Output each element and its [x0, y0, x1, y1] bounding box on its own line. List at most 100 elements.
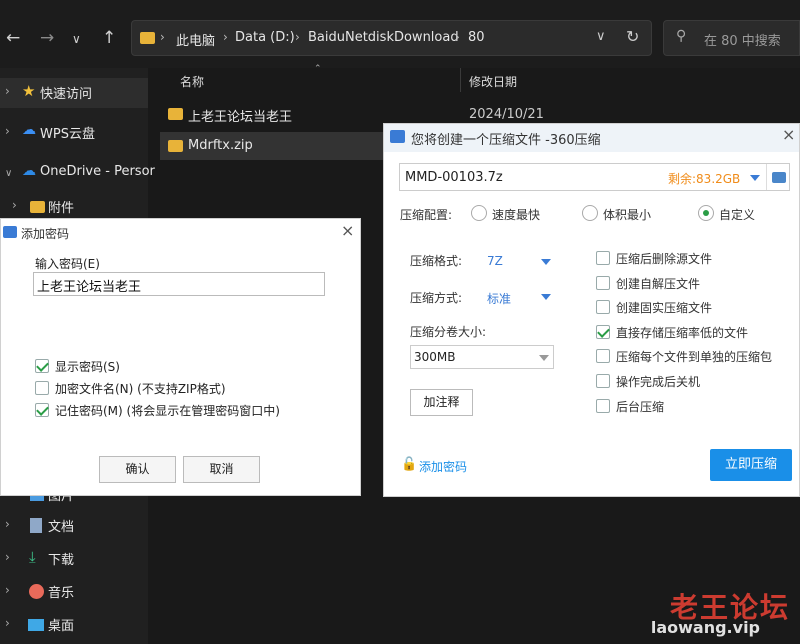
sidebar-item-label: 快速访问	[40, 87, 93, 102]
sidebar-item-quick-access[interactable]: › ★ 快速访问	[0, 78, 148, 108]
encrypt-filenames-checkbox[interactable]	[35, 381, 49, 395]
chevron-right-icon: ›	[455, 30, 460, 44]
star-icon: ★	[22, 82, 36, 100]
option-label: 操作完成后关机	[616, 375, 701, 389]
chevron-down-icon[interactable]	[541, 259, 551, 265]
shutdown-checkbox[interactable]	[596, 374, 610, 388]
column-header-date[interactable]: 修改日期	[469, 73, 517, 90]
sidebar-item-music[interactable]: › 音乐	[0, 577, 148, 607]
option-label: 压缩每个文件到单独的压缩包	[616, 350, 773, 364]
method-label: 压缩方式:	[410, 291, 463, 305]
forward-arrow-icon[interactable]: →	[40, 28, 54, 48]
close-icon[interactable]: ×	[341, 221, 354, 240]
sidebar-item-label: 文档	[48, 520, 75, 535]
chevron-down-icon[interactable]	[750, 175, 760, 181]
chevron-right-icon: ›	[5, 517, 10, 531]
background-checkbox[interactable]	[596, 399, 610, 413]
search-box[interactable]: ⚲ 在 80 中搜索	[663, 20, 800, 56]
solid-archive-checkbox[interactable]	[596, 300, 610, 314]
compress-now-button[interactable]: 立即压缩	[710, 449, 792, 481]
chevron-right-icon: ›	[223, 30, 228, 44]
chevron-right-icon: ›	[295, 30, 300, 44]
divider	[766, 164, 767, 190]
chevron-down-icon[interactable]: ∨	[596, 29, 606, 44]
option-label: 创建自解压文件	[616, 277, 701, 291]
chevron-right-icon: ›	[5, 550, 10, 564]
sidebar-item-documents[interactable]: › 文档	[0, 511, 148, 541]
address-bar[interactable]: › 此电脑 › Data (D:) › BaiduNetdiskDownload…	[131, 20, 652, 56]
breadcrumb-item[interactable]: 80	[468, 30, 485, 45]
password-label: 输入密码(E)	[35, 257, 100, 271]
up-arrow-icon[interactable]: ↑	[102, 28, 116, 48]
self-extract-checkbox[interactable]	[596, 276, 610, 290]
sidebar-item-label: WPS云盘	[40, 127, 95, 142]
add-password-link[interactable]: 添加密码	[419, 458, 467, 475]
breadcrumb-item[interactable]: BaiduNetdiskDownload	[308, 30, 459, 45]
sidebar-item-label: 下载	[48, 553, 75, 568]
sidebar-item-label: 桌面	[48, 619, 75, 634]
folder-icon	[30, 201, 45, 213]
browse-folder-icon[interactable]	[772, 172, 786, 183]
download-icon: ⤓	[29, 548, 36, 566]
refresh-icon[interactable]: ↻	[626, 27, 639, 46]
sidebar-item-label: 附件	[48, 201, 75, 216]
volume-size-select[interactable]: 300MB	[410, 345, 554, 369]
sidebar-item-onedrive[interactable]: ∨ ☁ OneDrive - Persor	[0, 159, 155, 189]
360-zip-icon	[3, 226, 17, 238]
format-select[interactable]: 7Z	[487, 254, 503, 268]
password-input[interactable]: 上老王论坛当老王	[33, 272, 325, 296]
delete-source-checkbox[interactable]	[596, 251, 610, 265]
folder-icon	[168, 108, 183, 120]
sidebar-item-desktop[interactable]: › 桌面	[0, 610, 148, 640]
format-label: 压缩格式:	[410, 254, 463, 268]
sidebar-item-label: 音乐	[48, 586, 75, 601]
password-value: 上老王论坛当老王	[37, 280, 142, 295]
folder-icon	[140, 32, 155, 44]
cancel-button[interactable]: 取消	[183, 456, 260, 483]
search-input[interactable]: 在 80 中搜索	[704, 30, 781, 49]
method-select[interactable]: 标准	[487, 290, 511, 307]
file-name: 上老王论坛当老王	[188, 110, 293, 125]
back-arrow-icon[interactable]: ←	[6, 28, 20, 48]
add-comment-button[interactable]: 加注释	[410, 389, 473, 416]
filename-input[interactable]: MMD-00103.7z 剩余:83.2GB	[399, 163, 790, 191]
radio-smallest[interactable]	[582, 205, 598, 221]
volume-value: 300MB	[414, 350, 456, 364]
sidebar-item-label: OneDrive - Persor	[40, 164, 155, 179]
file-row[interactable]: 上老王论坛当老王	[160, 100, 388, 128]
store-low-ratio-checkbox[interactable]	[596, 325, 610, 339]
sidebar-item-wps-cloud[interactable]: › ☁ WPS云盘	[0, 118, 148, 148]
dialog-title: 您将创建一个压缩文件 -360压缩	[411, 133, 601, 148]
remember-password-checkbox[interactable]	[35, 403, 49, 417]
option-label: 创建固实压缩文件	[616, 301, 713, 315]
radio-fastest[interactable]	[471, 205, 487, 221]
column-header-name[interactable]: 名称	[180, 73, 204, 90]
compress-dialog: 您将创建一个压缩文件 -360压缩 × MMD-00103.7z 剩余:83.2…	[383, 123, 800, 497]
column-divider[interactable]	[460, 68, 461, 92]
filename-value: MMD-00103.7z	[405, 170, 503, 185]
chevron-down-icon	[539, 355, 549, 361]
config-label: 压缩配置:	[400, 208, 453, 222]
cloud-icon: ☁	[22, 122, 36, 138]
breadcrumb-item[interactable]: 此电脑	[176, 30, 215, 49]
confirm-button[interactable]: 确认	[99, 456, 176, 483]
show-password-checkbox[interactable]	[35, 359, 49, 373]
chevron-down-icon[interactable]	[541, 294, 551, 300]
desktop-icon	[28, 619, 44, 631]
close-icon[interactable]: ×	[782, 125, 795, 144]
chevron-right-icon: ›	[12, 198, 17, 212]
separate-archives-checkbox[interactable]	[596, 349, 610, 363]
cloud-icon: ☁	[22, 163, 36, 179]
sidebar-item-downloads[interactable]: › ⤓ 下载	[0, 544, 148, 574]
breadcrumb-item[interactable]: Data (D:)	[235, 30, 295, 45]
recent-chevron-icon[interactable]: ∨	[72, 32, 81, 46]
option-label: 直接存储压缩率低的文件	[616, 326, 749, 340]
search-icon: ⚲	[676, 28, 687, 44]
chevron-right-icon: ›	[5, 84, 10, 98]
radio-fastest-label: 速度最快	[492, 208, 541, 222]
option-label: 后台压缩	[616, 400, 665, 414]
volume-label: 压缩分卷大小:	[410, 325, 487, 339]
radio-custom[interactable]	[698, 205, 714, 221]
file-row[interactable]: Mdrftx.zip	[160, 132, 388, 160]
encrypt-filenames-label: 加密文件名(N) (不支持ZIP格式)	[55, 382, 226, 396]
